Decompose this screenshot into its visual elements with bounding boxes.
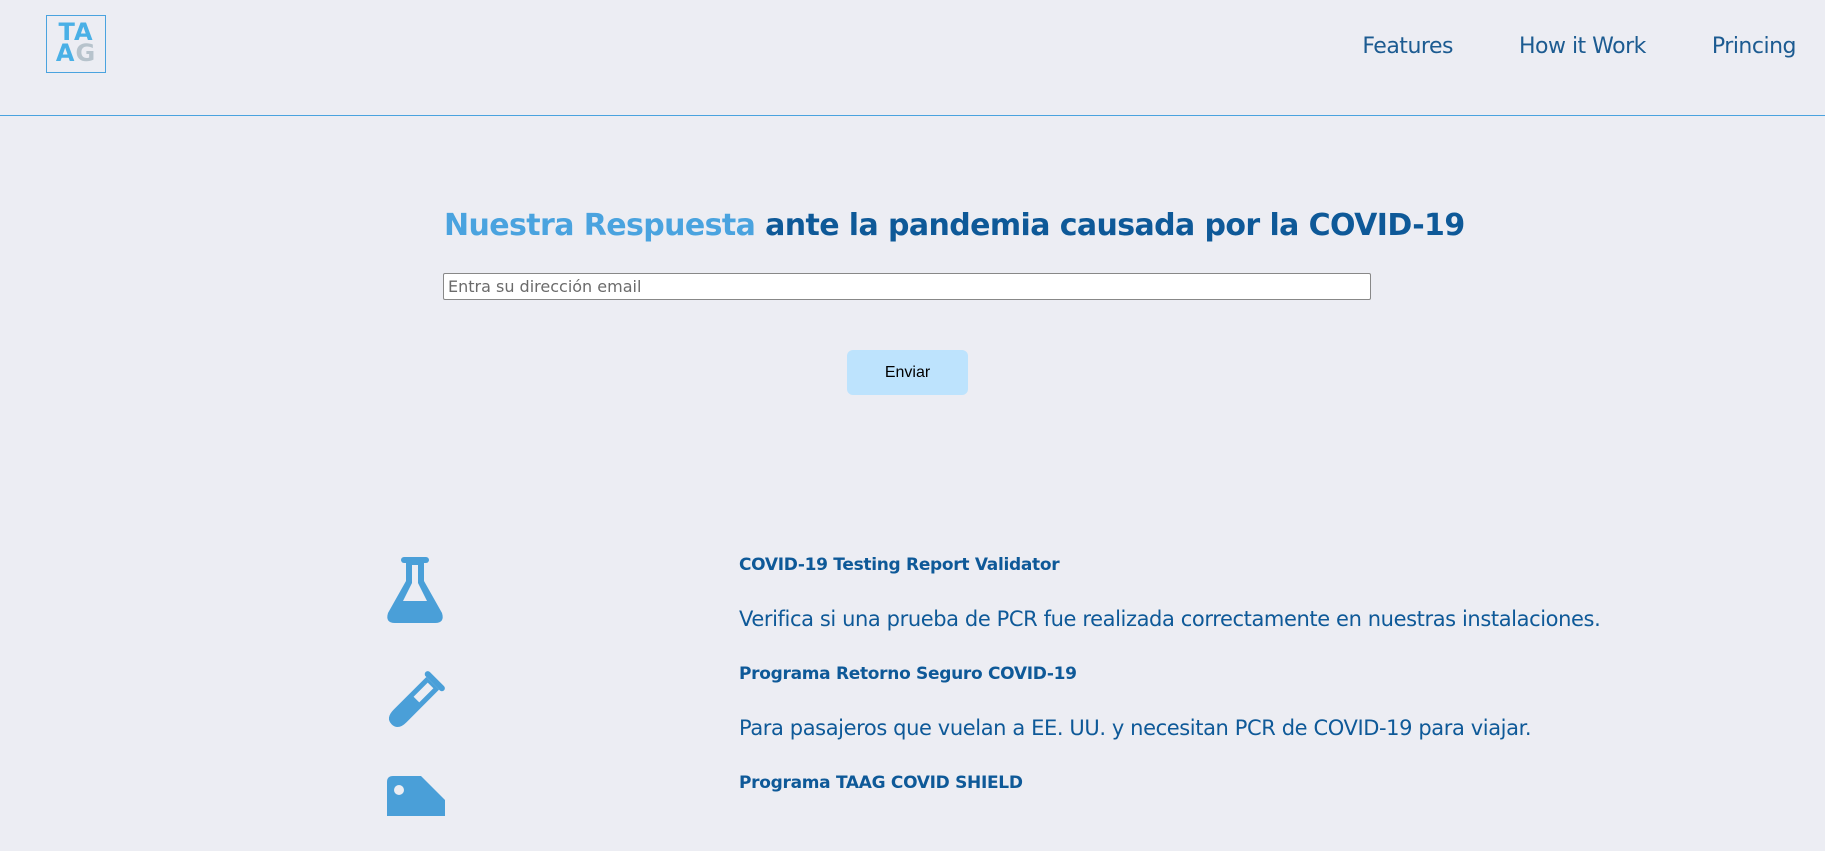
tag-icon [385,776,445,846]
test-tube-icon [385,666,445,736]
flask-icon [385,555,445,625]
feature-description: Para pasajeros que vuelan a EE. UU. y ne… [739,716,1532,740]
site-header: TA AG Features How it Work Princing [0,0,1825,116]
hero-title-rest: ante la pandemia causada por la COVID-19 [755,208,1465,243]
logo-line-2: AG [55,39,97,67]
feature-title: Programa Retorno Seguro COVID-19 [739,664,1077,684]
hero-title: Nuestra Respuesta ante la pandemia causa… [444,208,1465,243]
feature-description: Verifica si una prueba de PCR fue realiz… [739,607,1601,631]
nav-link-pricing[interactable]: Princing [1712,34,1797,59]
feature-title: COVID-19 Testing Report Validator [739,555,1060,575]
feature-title: Programa TAAG COVID SHIELD [739,773,1023,793]
nav-link-features[interactable]: Features [1362,34,1453,59]
submit-button[interactable]: Enviar [847,350,968,395]
taag-logo[interactable]: TA AG [46,15,106,73]
nav-link-how-it-work[interactable]: How it Work [1519,34,1646,59]
hero-title-accent: Nuestra Respuesta [444,208,756,243]
main-nav: Features How it Work Princing [1362,34,1796,59]
email-input[interactable] [443,273,1371,300]
